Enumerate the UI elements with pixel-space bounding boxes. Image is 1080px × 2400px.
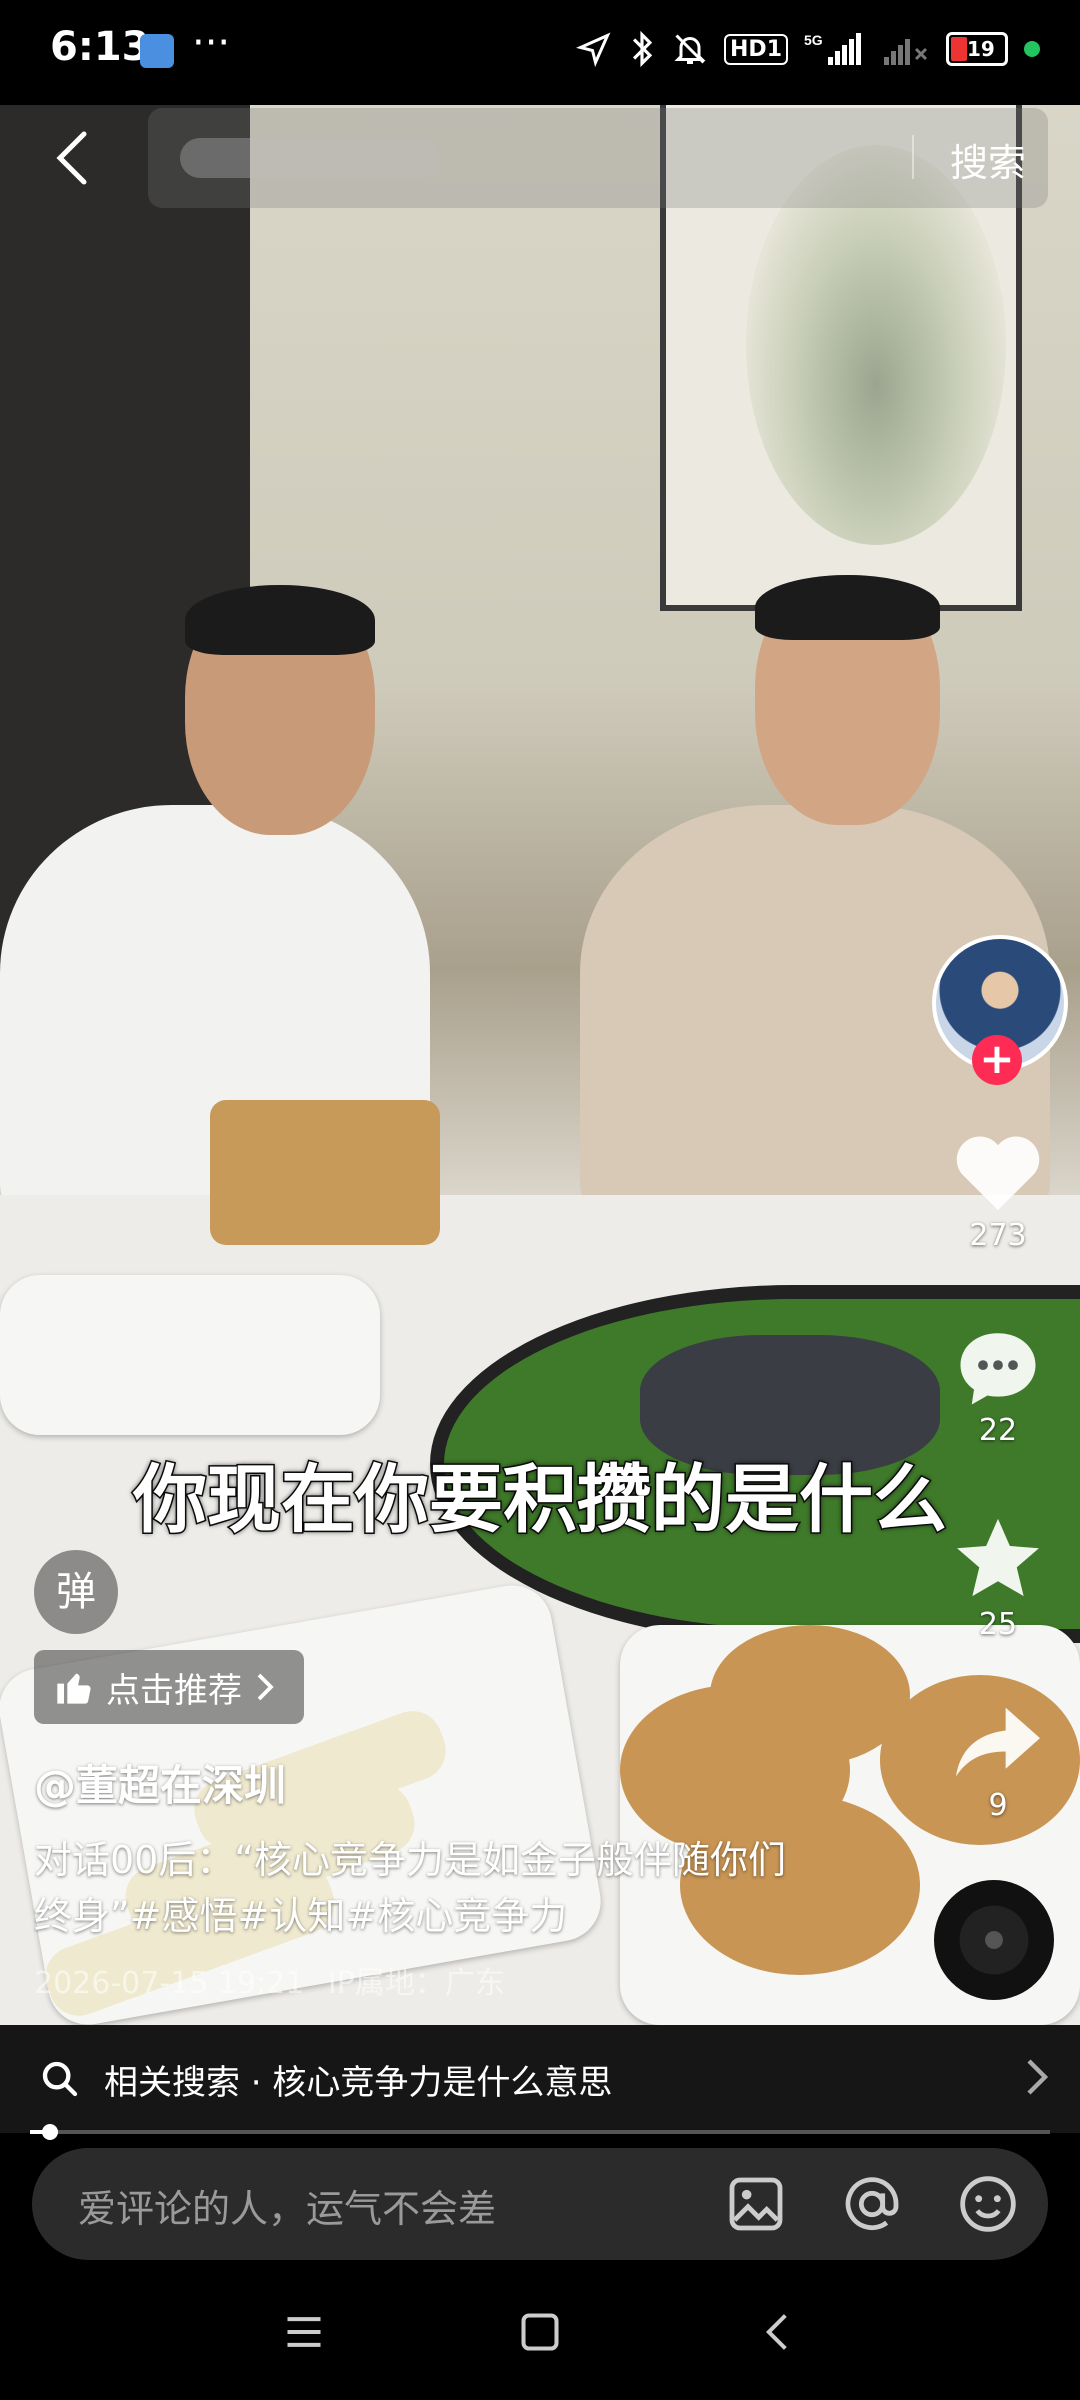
video-progress-handle[interactable]: [42, 2124, 59, 2140]
signal-5g-icon: 5G: [804, 32, 861, 65]
comment-count: 22: [978, 1413, 1018, 1448]
post-date: 2026-07-15 19:21: [34, 1966, 305, 2001]
recommend-label: 点击推荐: [106, 1670, 242, 1711]
video-progress-bar[interactable]: [30, 2124, 1050, 2140]
home-icon[interactable]: [518, 2310, 562, 2354]
post-meta: 2026-07-15 19:21 IP属地：广东: [34, 1958, 505, 2002]
signal-sim2-icon: [884, 39, 928, 65]
video-subtitle: 你现在你要积攒的是什么: [132, 1456, 949, 1545]
like-count: 273: [969, 1218, 1027, 1253]
chevron-right-icon: [257, 1673, 274, 1701]
favorite-button[interactable]: 25: [928, 1515, 1068, 1642]
share-arrow-icon: [956, 1707, 1040, 1777]
music-disc-icon[interactable]: [934, 1880, 1054, 2000]
related-search-bar[interactable]: 相关搜索 · 核心竞争力是什么意思: [0, 2025, 1080, 2133]
follow-plus-button[interactable]: +: [972, 1035, 1022, 1085]
related-search-label: 相关搜索 · 核心竞争力是什么意思: [104, 2062, 613, 2103]
thumbs-up-icon: [57, 1673, 91, 1704]
search-icon: [42, 2061, 78, 2097]
privacy-indicator-dot: [1024, 41, 1040, 57]
battery-icon: 19: [946, 32, 1008, 66]
video-player[interactable]: [0, 105, 1080, 2025]
share-count: 9: [988, 1788, 1008, 1823]
emoji-icon[interactable]: [956, 2172, 1020, 2236]
more-notifications: ···: [192, 20, 231, 66]
back-button[interactable]: [50, 128, 100, 188]
comment-bubble-icon: [960, 1333, 1036, 1405]
danmu-toggle-button[interactable]: 弹: [34, 1550, 118, 1634]
back-arrow-icon: [56, 131, 87, 185]
star-icon: [957, 1518, 1039, 1597]
author-name[interactable]: @董超在深圳: [34, 1752, 286, 1813]
ip-location: IP属地：广东: [327, 1966, 505, 2001]
chevron-right-icon: [1027, 2059, 1049, 2095]
menu-icon[interactable]: [282, 2310, 326, 2354]
svg-text:5G: 5G: [804, 32, 823, 48]
bluetooth-icon: [632, 30, 653, 68]
location-icon: [576, 32, 611, 67]
notification-app-icon: [140, 34, 174, 68]
like-button[interactable]: 273: [928, 1130, 1068, 1253]
battery-level: 19: [967, 37, 995, 61]
heart-icon: [956, 1136, 1040, 1211]
recommend-button[interactable]: 点击推荐: [34, 1650, 304, 1724]
video-description[interactable]: 对话00后：“核心竞争力是如金子般伴随你们终身”#感悟#认知#核心竞争力: [34, 1832, 824, 1944]
mention-icon[interactable]: [840, 2172, 904, 2236]
favorite-count: 25: [978, 1607, 1018, 1642]
search-query-blurred: [180, 138, 440, 178]
search-button[interactable]: 搜索: [950, 132, 1026, 187]
comment-placeholder[interactable]: 爱评论的人，运气不会差: [78, 2178, 496, 2233]
nav-back-icon[interactable]: [756, 2310, 800, 2354]
status-time: 6:13: [50, 24, 150, 70]
status-bar: 6:13 ··· HD1 5G 19: [0, 0, 1080, 105]
comment-button[interactable]: 22: [928, 1325, 1068, 1448]
hd-badge: HD1: [724, 33, 788, 65]
search-separator: [912, 135, 914, 179]
share-button[interactable]: 9: [928, 1700, 1068, 1823]
mute-bell-icon: [674, 34, 706, 64]
image-icon[interactable]: [724, 2172, 788, 2236]
